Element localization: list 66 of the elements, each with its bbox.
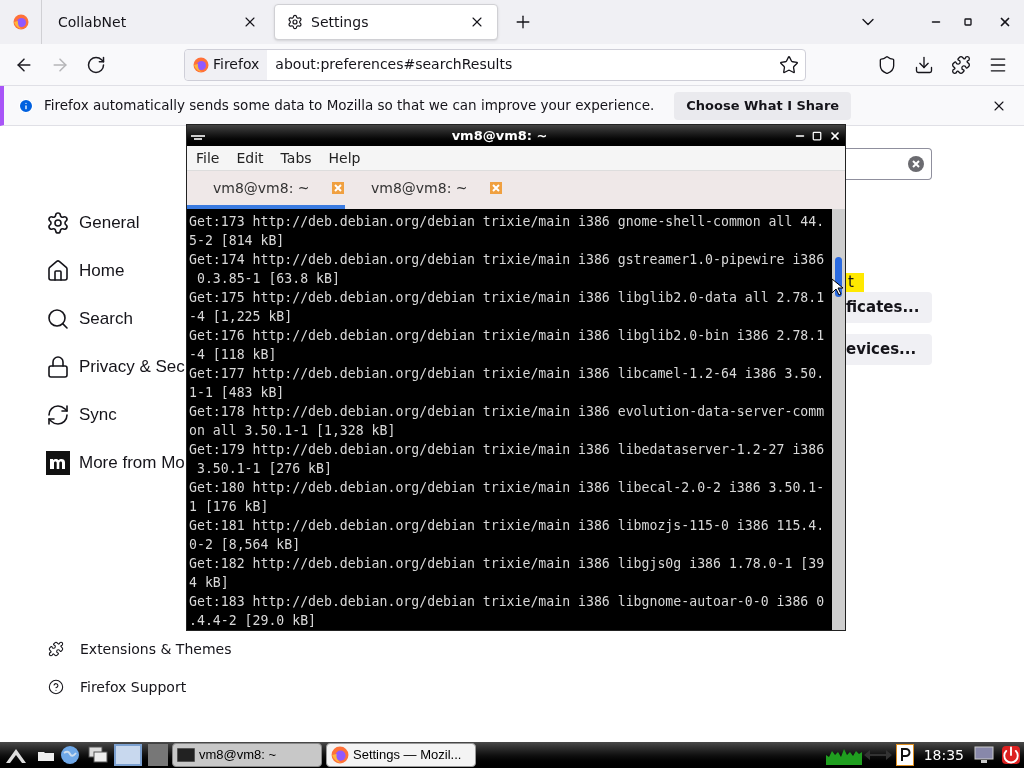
sidebar-item[interactable]: Search bbox=[46, 295, 133, 343]
sidebar-item[interactable]: More from Mo bbox=[46, 439, 185, 487]
shield-icon[interactable] bbox=[877, 54, 897, 75]
firefox-logo-icon bbox=[193, 56, 209, 73]
firefox-logo-icon bbox=[331, 746, 349, 764]
choose-what-i-share-button[interactable]: Choose What I Share bbox=[674, 91, 852, 120]
windows-icon[interactable] bbox=[88, 746, 108, 764]
network-icon bbox=[863, 749, 892, 761]
reload-icon bbox=[86, 54, 106, 75]
search-icon bbox=[46, 307, 70, 331]
info-icon bbox=[18, 97, 34, 114]
maximize-icon[interactable] bbox=[964, 18, 972, 26]
search-field[interactable] bbox=[846, 148, 932, 180]
terminal-icon bbox=[177, 748, 195, 762]
scrollbar[interactable] bbox=[832, 209, 845, 630]
monitor-icon bbox=[974, 746, 994, 764]
browser-tab[interactable]: CollabNet bbox=[46, 4, 270, 40]
download-icon[interactable] bbox=[914, 54, 934, 75]
task-button[interactable]: vm8@vm8: ~ bbox=[172, 743, 322, 767]
mozilla-logo-icon bbox=[46, 451, 70, 475]
parking-icon bbox=[895, 744, 914, 766]
menu-item[interactable]: Help bbox=[327, 147, 362, 169]
address-bar[interactable]: Firefox about:preferences#searchResults bbox=[184, 48, 806, 81]
identity-box[interactable]: Firefox bbox=[185, 49, 268, 80]
terminal-tab[interactable]: vm8@vm8: ~ bbox=[345, 171, 503, 209]
globe-icon[interactable] bbox=[60, 745, 80, 765]
puzzle-icon[interactable] bbox=[951, 54, 971, 75]
settings-button[interactable]: evices... bbox=[846, 334, 932, 365]
sidebar-link[interactable]: Extensions & Themes bbox=[46, 630, 232, 668]
menu-item[interactable]: Edit bbox=[235, 147, 265, 169]
sidebar-link[interactable]: Firefox Support bbox=[46, 668, 187, 706]
sidebar-item[interactable]: Sync bbox=[46, 391, 117, 439]
terminal-output: Get:173 http://deb.debian.org/debian trixie/main i386 gnome-shell-common all 44. 5-2 [814 kB] Get:174 http://deb.debian.org/debian trixie/main i386 gstreamer1.0-pipewire i386 0.3.85-1 [63.8 kB] Get:175 http://deb.debian.org/debian trixie/main i386 libglib2.0-data all 2.78.1 -4 [1,225 kB] Get:176 http://deb.debian.org/debian trixie/main i386 libglib2.0-bin i386 2.78.1 -4 [118 kB] Get:177 http://deb.debian.org/debian trixie/main i386 libcamel-1.2-64 i386 3.50. 1-1 [483 kB] Get:178 http://deb.debian.org/debian trixie/main i386 evolution-data-server-comm on all 3.50.1-1 [1,328 kB] Get:179 http://deb.debian.org/debian trixie/main i386 libedataserver-1.2-27 i386 3.50.1-1 [276 kB] Get:180 http://deb.debian.org/debian trixie/main i386 libecal-2.0-2 i386 3.50.1- 1 [176 kB] Get:181 http://deb.debian.org/debian trixie/main i386 libmozjs-115-0 i386 115.4. 0-2 [8,564 kB] Get:182 http://deb.debian.org/debian trixie/main i386 libgjs0g i386 1.78.0-1 [39 4 kB] Get:183 http://deb.debian.org/debian trixie/main i386 libgnome-autoar-0-0 i386 0 .4.4-2 [29.0 kB] bbox=[188, 213, 826, 630]
identity-label: Firefox bbox=[213, 55, 260, 74]
close-icon[interactable] bbox=[829, 129, 841, 142]
clock: 18:35 bbox=[923, 745, 964, 765]
close-icon[interactable] bbox=[998, 15, 1012, 29]
folder-icon[interactable] bbox=[38, 749, 54, 761]
window-title: vm8@vm8: ~ bbox=[450, 126, 549, 145]
sync-icon bbox=[46, 403, 70, 427]
settings-button[interactable]: ficates... bbox=[846, 292, 932, 323]
sidebar-item[interactable]: Home bbox=[46, 247, 125, 295]
home-icon bbox=[46, 259, 70, 283]
star-icon[interactable] bbox=[779, 54, 799, 75]
clear-icon[interactable] bbox=[908, 156, 924, 172]
cursor-icon bbox=[831, 278, 843, 296]
sidebar-item[interactable]: Privacy & Sec bbox=[46, 343, 185, 391]
search-highlight: t bbox=[846, 273, 864, 292]
url-text: about:preferences#searchResults bbox=[275, 55, 514, 74]
browser-tab[interactable]: Settings bbox=[274, 4, 498, 40]
menu-item[interactable]: File bbox=[195, 147, 221, 169]
gear-icon bbox=[46, 211, 70, 235]
tab-title: CollabNet bbox=[58, 12, 128, 32]
task-button[interactable]: Settings — Mozil... bbox=[326, 743, 476, 767]
firefox-logo-icon bbox=[12, 14, 29, 30]
help-icon bbox=[48, 679, 64, 695]
gear-icon bbox=[287, 14, 303, 30]
power-icon[interactable] bbox=[1002, 746, 1020, 764]
lock-icon bbox=[46, 355, 70, 379]
terminal-tab[interactable]: vm8@vm8: ~ bbox=[187, 171, 345, 209]
puzzle-icon bbox=[48, 641, 64, 657]
notification-message: Firefox automatically sends some data to Mozilla so that we can improve your experience. bbox=[44, 96, 655, 116]
tab-title: Settings bbox=[311, 12, 370, 32]
menu-item[interactable]: Tabs bbox=[279, 147, 313, 169]
sidebar-item[interactable]: General bbox=[46, 199, 140, 247]
taskbar-spacer bbox=[148, 744, 168, 766]
